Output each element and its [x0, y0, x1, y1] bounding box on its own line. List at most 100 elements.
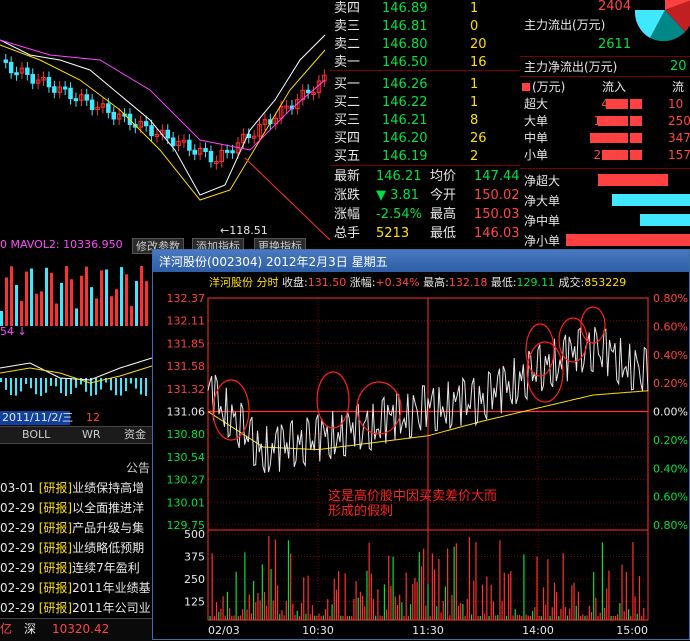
- macd-bar: [5, 378, 7, 390]
- stat-label: 最新: [334, 169, 361, 184]
- volume-tick-label: 500: [184, 528, 205, 541]
- stat-value: -2.54%: [376, 207, 422, 222]
- volume-bar: [0, 311, 3, 326]
- volume-bar: [75, 308, 78, 326]
- price-tick-label: 130.27: [167, 474, 206, 487]
- macd-label: 54 ↓: [0, 325, 27, 338]
- net-outflow-label: 主力净流出(万元): [524, 60, 618, 74]
- pct-tick-label: 0.60%: [653, 320, 688, 333]
- news-item[interactable]: 02-29 [研报]2011年公司业: [0, 598, 152, 618]
- outflow-value: 2611: [598, 37, 632, 52]
- macd-bar: [10, 378, 12, 396]
- mavol-label: 0 MAVOL2: 10336.950: [0, 238, 123, 251]
- volume-bar: [120, 267, 123, 326]
- price-tick-label: 130.01: [167, 496, 206, 509]
- ask-volume: 1: [470, 1, 479, 16]
- tab-wr[interactable]: WR: [82, 428, 101, 442]
- fund-out-bar: [630, 116, 642, 126]
- news-item[interactable]: 02-29 [研报]2011年业绩基: [0, 578, 152, 598]
- tab-boll[interactable]: BOLL: [22, 428, 50, 442]
- fund-flow-panel: 2404 主力流出(万元) 2611 主力净流出(万元) 20 (万元) 流入 …: [520, 0, 690, 249]
- pct-tick-label: 0.40%: [653, 462, 688, 475]
- volume-bar: [10, 266, 13, 326]
- fund-row: 小单 2084 157: [520, 147, 690, 163]
- news-item[interactable]: 02-29 [研报]以全面推进洋: [0, 498, 152, 518]
- stat-label: 最高: [430, 207, 457, 222]
- macd-bar: [70, 378, 72, 394]
- ask-level-label: 卖三: [334, 19, 361, 34]
- volume-bar: [25, 271, 28, 326]
- pct-tick-label: 0.20%: [653, 434, 688, 447]
- price-tick-label: 130.80: [167, 428, 206, 441]
- status-market: 深: [24, 622, 37, 636]
- net-flow-bar: [598, 174, 668, 186]
- macd-bar: [115, 378, 117, 396]
- time-tick-label: 15:00: [616, 624, 648, 637]
- intraday-window-titlebar[interactable]: 洋河股份(002304) 2012年2月3日 星期五: [153, 250, 689, 272]
- macd-bar: [35, 378, 37, 395]
- intraday-chart: 132.37 132.11 131.85 131.58 131.32 131.06 130.…: [167, 292, 688, 637]
- news-item[interactable]: 03-01 [研报]业绩保持高增: [0, 478, 152, 498]
- intraday-window[interactable]: 洋河股份(002304) 2012年2月3日 星期五 洋河股份 分时 收盘:13…: [152, 249, 690, 640]
- fund-row-in: 3175: [593, 131, 624, 145]
- volume-bar: [125, 274, 128, 326]
- price-tick-label: 132.11: [167, 315, 206, 328]
- macd-bar: [30, 378, 32, 389]
- stat-value: 150.02: [474, 188, 520, 203]
- fund-table-header-unit: (万元): [522, 80, 565, 94]
- news-item[interactable]: 02-29 [研报]产品升级与集: [0, 518, 152, 538]
- volume-tick-label: 375: [184, 551, 205, 564]
- macd-bar: [120, 378, 122, 396]
- fund-row-out: 10: [668, 97, 684, 111]
- fund-out-bar: [630, 133, 642, 143]
- volume-bar: [105, 269, 108, 326]
- volume-bar: [70, 279, 73, 326]
- stat-value: 5213: [376, 226, 410, 241]
- stat-value: ▼ 3.81: [376, 188, 420, 203]
- volume-tick-label: 250: [184, 573, 205, 586]
- time-tick-label: 10:30: [302, 624, 334, 637]
- ask-price: 146.50: [382, 55, 428, 70]
- volume-bar: [135, 280, 138, 326]
- net-flow-bar: [612, 194, 690, 206]
- bid-volume: 8: [470, 113, 479, 128]
- tab-funds[interactable]: 资金: [124, 428, 146, 442]
- volume-bar: [40, 291, 43, 326]
- stat-label: 涨幅: [334, 207, 361, 222]
- bid-level-label: 买一: [334, 77, 361, 92]
- kline-chart: [0, 34, 330, 240]
- net-flow-bar: [566, 234, 690, 246]
- outflow-label: 主力流出(万元): [524, 18, 606, 32]
- macd-bar: [25, 378, 27, 384]
- bid-volume: 26: [470, 131, 487, 146]
- stat-label: 今开: [430, 188, 457, 203]
- stat-value: 147.44: [474, 169, 520, 184]
- macd-bar: [0, 378, 2, 382]
- fund-row-in: 2084: [593, 148, 624, 162]
- volume-bar: [15, 284, 18, 326]
- date-cursor-box: 2011/11/2/三: [0, 411, 73, 425]
- net-flow-label: 净小单: [524, 234, 561, 248]
- net-flow-bar: [640, 214, 690, 226]
- macd-bar: [140, 378, 142, 395]
- net-flow-label: 净大单: [524, 194, 561, 208]
- macd-bar: [125, 378, 127, 392]
- pct-tick-label: 0.60%: [653, 491, 688, 504]
- net-flow-row: 净中单: [520, 212, 690, 230]
- net-flow-row: 净大单: [520, 192, 690, 210]
- news-item[interactable]: 02-29 [研报]连续7年盈利: [0, 558, 152, 578]
- date-cursor-num: 12: [86, 411, 100, 424]
- macd-bar: [100, 378, 102, 390]
- price-tick-label: 131.32: [167, 383, 206, 396]
- volume-bar: [115, 289, 118, 326]
- macd-bar: [45, 378, 47, 393]
- fund-row: 超大 408 10: [520, 96, 690, 112]
- ask-price: 146.80: [382, 37, 428, 52]
- macd-bar: [95, 378, 97, 395]
- intraday-info-bar: 洋河股份 分时 收盘:131.50 涨幅:+0.34% 最高:132.18 最低…: [209, 276, 627, 289]
- stat-label: 涨跌: [334, 188, 361, 203]
- news-item[interactable]: 02-29 [研报]业绩略低预期: [0, 538, 152, 558]
- price-tick-label: 130.54: [167, 451, 206, 464]
- time-tick-label: 11:30: [412, 624, 444, 637]
- bid-level-label: 买三: [334, 113, 361, 128]
